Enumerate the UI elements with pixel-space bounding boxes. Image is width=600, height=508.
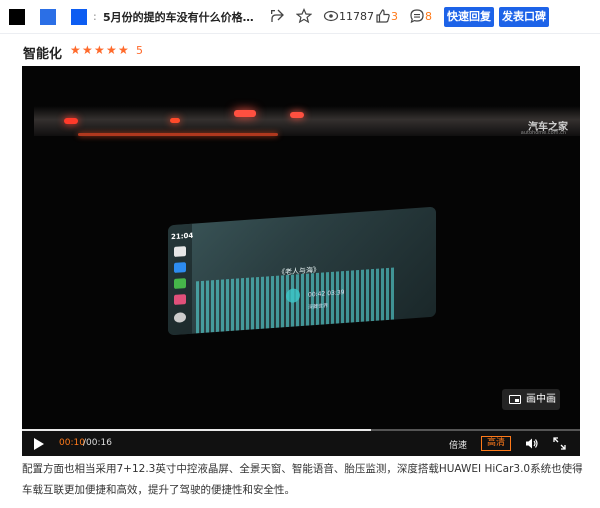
post-review-button[interactable]: 发表口碑	[499, 7, 549, 27]
video-ambient-strip	[78, 133, 278, 136]
quick-reply-button[interactable]: 快速回复	[444, 7, 494, 27]
dock-app-icon	[174, 278, 186, 289]
video-light-red	[234, 110, 256, 117]
video-light-red	[170, 118, 180, 123]
star-icon: ★	[118, 43, 129, 57]
top-bar: : 5月份的提的车没有什么价格上的... 11787 3 8 快速回复 发表口碑	[0, 0, 600, 34]
rating-score: 5	[136, 44, 143, 57]
comment-icon[interactable]	[409, 8, 425, 24]
video-watermark-sub: autohome.com.cn	[520, 130, 566, 136]
current-time: 00:10	[59, 438, 85, 448]
screen-time: 21:04	[171, 231, 194, 242]
dock-app-icon	[174, 294, 186, 305]
video-light-red	[64, 118, 78, 124]
dock-app-icon	[174, 312, 186, 323]
quality-button[interactable]: 高清	[481, 436, 512, 451]
star-icon: ★	[70, 43, 81, 57]
eye-icon	[323, 10, 339, 22]
video-light-red	[290, 112, 304, 118]
play-icon[interactable]	[34, 438, 44, 450]
dock-app-icon	[174, 246, 186, 257]
screen-dock: 21:04	[168, 223, 194, 336]
avatar-square-blue[interactable]	[40, 9, 56, 25]
video-car-interior-lights	[34, 106, 580, 136]
star-icon: ★	[82, 43, 93, 57]
pip-icon	[509, 395, 521, 404]
star-icon: ★	[94, 43, 105, 57]
favorite-star-icon[interactable]	[296, 8, 312, 24]
title-separator: :	[93, 10, 97, 23]
share-icon[interactable]	[269, 8, 285, 24]
comment-count: 8	[425, 10, 432, 23]
car-infotainment-screen: 21:04 《老人与海》 00:42 03:39 深藏世界	[168, 206, 436, 336]
dock-app-icon	[174, 262, 186, 273]
video-player[interactable]: 汽车之家 autohome.com.cn 21:04 《老人与海》 00:42 …	[22, 66, 580, 456]
review-paragraph: 配置方面也相当采用7+12.3英寸中控液晶屏、全景天窗、智能语音、胎压监测，深度…	[22, 463, 583, 496]
picture-in-picture-button[interactable]: 画中画	[502, 389, 560, 410]
view-count: 11787	[339, 10, 374, 23]
video-controls: 00:10 /00:16 倍速 高清	[22, 431, 580, 456]
avatar-square-blue-2[interactable]	[71, 9, 87, 25]
volume-icon[interactable]	[525, 437, 539, 450]
post-title[interactable]: 5月份的提的车没有什么价格上的...	[103, 9, 257, 25]
avatar-square-black[interactable]	[9, 9, 25, 25]
pip-label: 画中画	[526, 394, 556, 405]
section-heading: 智能化	[23, 47, 63, 62]
total-time: /00:16	[83, 438, 112, 448]
song-subtitle: 深藏世界	[308, 303, 329, 311]
like-count: 3	[391, 10, 398, 23]
thumbs-up-icon[interactable]	[375, 8, 391, 24]
star-icon: ★	[106, 43, 117, 57]
fullscreen-icon[interactable]	[553, 437, 566, 450]
speed-button[interactable]: 倍速	[449, 438, 467, 451]
